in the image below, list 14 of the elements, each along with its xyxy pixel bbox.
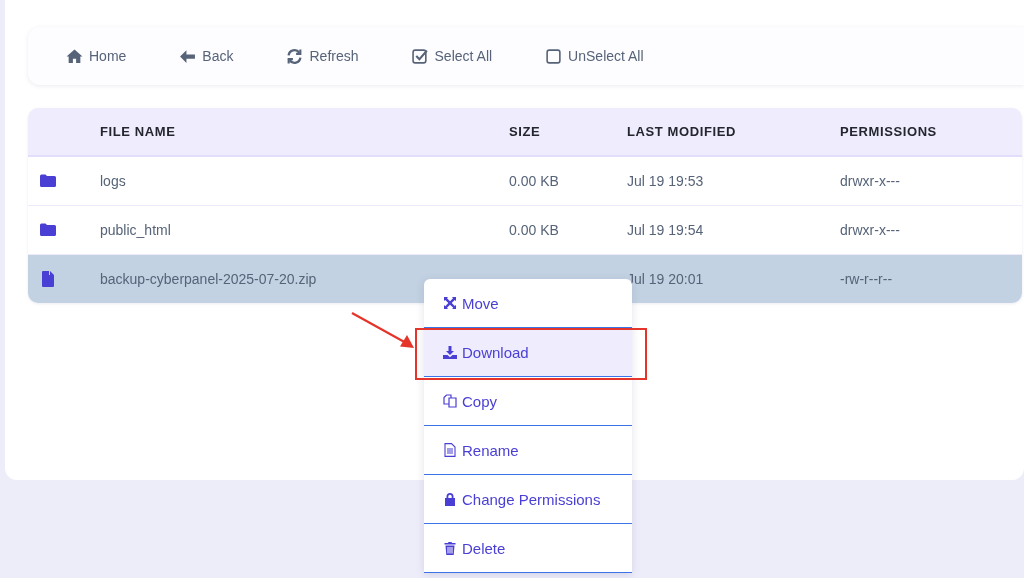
file-permissions: drwxr-x---	[840, 222, 900, 238]
column-header: PERMISSIONS	[840, 124, 937, 139]
file-size: 0.00 KB	[509, 173, 559, 189]
file-name: logs	[100, 173, 126, 189]
file-permissions: -rw-r--r--	[840, 271, 893, 287]
file-size: 0.00 KB	[509, 222, 559, 238]
modified-date: Jul 19 19:53	[627, 173, 704, 189]
file-permissions: drwxr-x---	[840, 173, 900, 189]
file-name: backup-cyberpanel-2025-07-20.zip	[100, 271, 317, 287]
file-name: public_html	[100, 222, 171, 238]
column-header: LAST MODIFIED	[627, 124, 736, 139]
column-header: FILE NAME	[100, 124, 176, 139]
column-header: SIZE	[509, 124, 541, 139]
modified-date: Jul 19 19:54	[627, 222, 704, 238]
